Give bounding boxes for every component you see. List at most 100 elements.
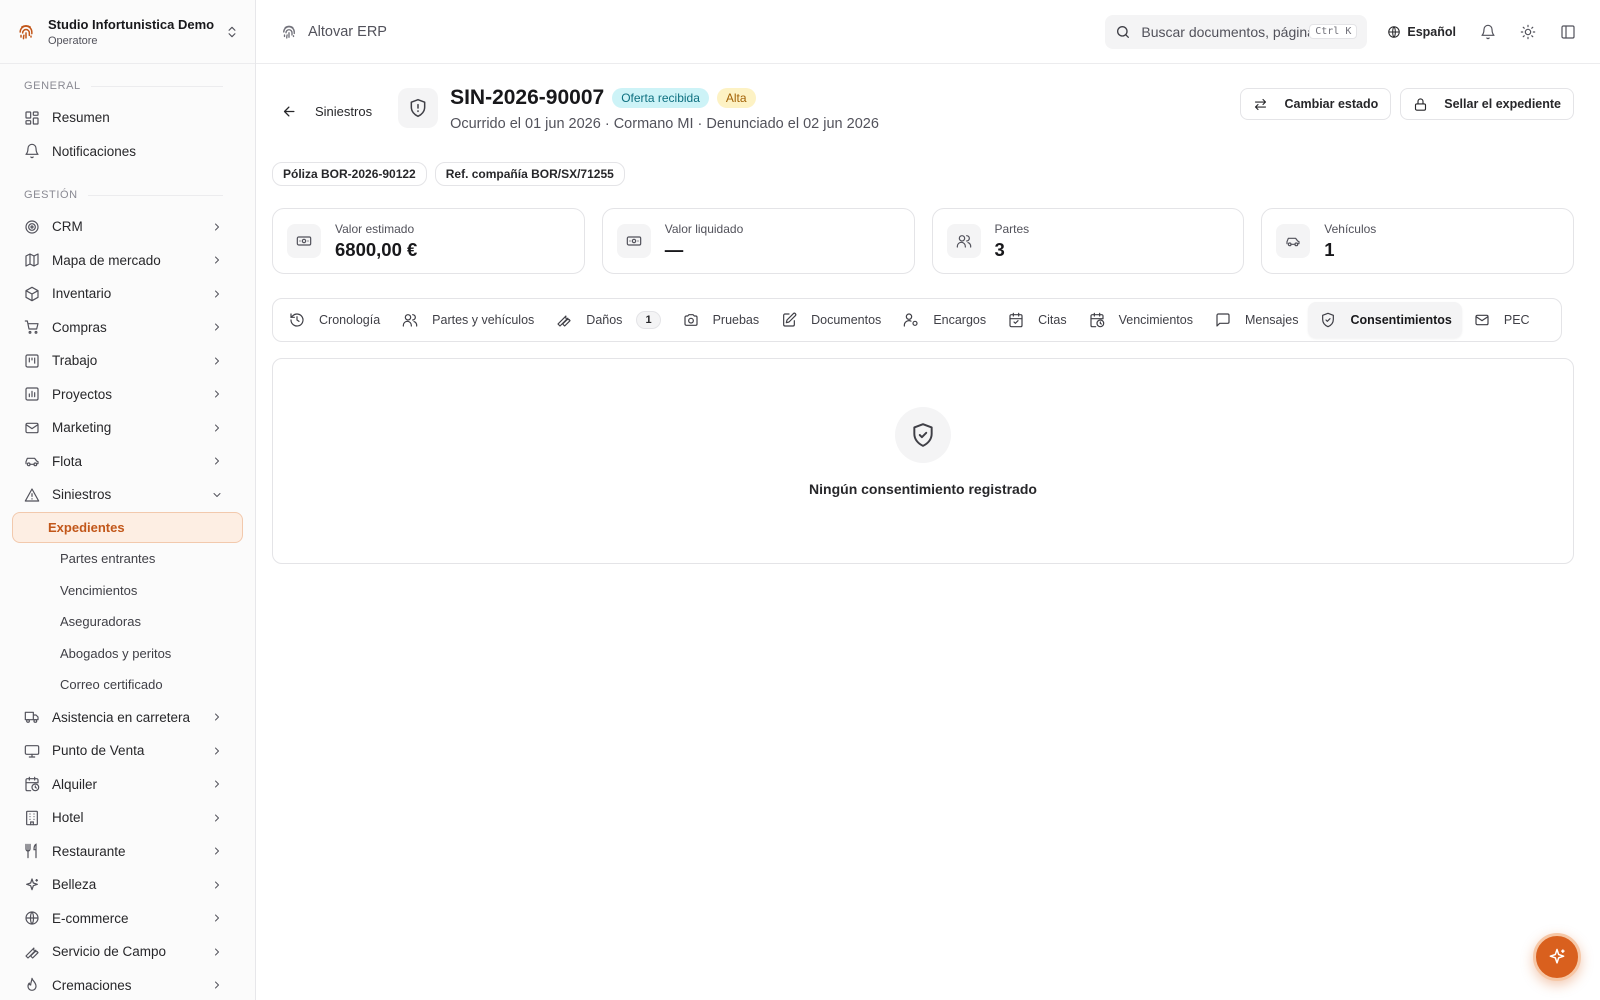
language-switcher[interactable]: Español [1387,25,1456,39]
banknote-icon [296,233,312,249]
back-button[interactable]: Siniestros [272,104,372,119]
sidebar-item-e-commerce[interactable]: E-commerce [0,902,255,936]
tab-vencimientos[interactable]: Vencimientos [1077,302,1203,338]
sidebar-panel-icon[interactable] [1560,24,1576,40]
org-switcher[interactable]: Studio Infortunistica Demo Operatore [0,0,255,64]
sidebar-subitem-expedientes[interactable]: Expedientes [12,511,243,543]
sidebar-item-resumen[interactable]: Resumen [0,101,255,135]
stat-value: 3 [994,238,1005,260]
shield-alert-icon [408,98,428,118]
shield-check-icon [1320,312,1336,328]
sidebar-item-crm[interactable]: CRM [0,210,255,244]
chevron-right-icon [211,455,223,467]
empty-state-icon-wrap [895,407,951,463]
sidebar-item-trabajo[interactable]: Trabajo [0,344,255,378]
sidebar-subitem-aseguradoras[interactable]: Aseguradoras [12,606,243,638]
chevron-right-icon [211,711,223,723]
sidebar-item-inventario[interactable]: Inventario [0,277,255,311]
header-actions: Cambiar estado Sellar el expediente [1231,88,1574,120]
banknote-icon [626,233,642,249]
sidebar-item-alquiler[interactable]: Alquiler [0,768,255,802]
sidebar-item-label: Hotel [52,810,84,826]
seal-case-button[interactable]: Sellar el expediente [1400,88,1574,120]
chevron-right-icon [211,778,223,790]
history-icon [289,312,305,328]
tab-cronologia[interactable]: Cronología [277,302,390,338]
sidebar-item-restaurante[interactable]: Restaurante [0,835,255,869]
tab-pec[interactable]: PEC [1462,302,1540,338]
bell-icon[interactable] [1480,24,1496,40]
sidebar-item-proyectos[interactable]: Proyectos [0,378,255,412]
tab-encargos[interactable]: Encargos [891,302,996,338]
policy-chip: Póliza BOR-2026-90122 [272,162,427,186]
flame-icon [24,977,40,993]
chevrons-up-down-icon[interactable] [225,25,239,39]
ai-assistant-button[interactable] [1533,933,1581,981]
user-cog-icon [903,312,919,328]
sidebar-item-belleza[interactable]: Belleza [0,868,255,902]
tab-label: Cronología [319,313,381,327]
tab-label: Daños [586,313,623,327]
tab-label: Documentos [811,313,882,327]
sidebar-subitem-partes-entrantes[interactable]: Partes entrantes [12,543,243,575]
stat-card-vehiculos: Vehículos 1 [1261,208,1574,274]
reference-chips: Póliza BOR-2026-90122 Ref. compañía BOR/… [272,162,1574,186]
nav-section-general: GENERAL [0,76,255,96]
search-input[interactable] [1141,23,1310,40]
sidebar-item-cremaciones[interactable]: Cremaciones [0,969,255,1000]
arrow-left-icon [282,104,297,119]
fingerprint-logo-icon [16,22,36,42]
tab-label: Citas [1038,313,1067,327]
sidebar-item-notificaciones[interactable]: Notificaciones [0,135,255,169]
bell-icon [24,143,40,159]
sidebar: Studio Infortunistica Demo Operatore GEN… [0,0,256,1000]
case-tabs: Cronología Partes y vehículos Daños 1 Pr… [272,298,1562,342]
tab-partes-y-vehiculos[interactable]: Partes y vehículos [390,302,544,338]
tab-citas[interactable]: Citas [996,302,1076,338]
tab-pruebas[interactable]: Pruebas [671,302,770,338]
sidebar-item-label: Siniestros [52,487,112,503]
main-area: Altovar ERP Ctrl K Español Siniestros [256,0,1600,1000]
tab-label: Vencimientos [1118,313,1193,327]
mail-icon [24,420,40,436]
nav-section-gestion: GESTIÓN [0,185,255,205]
sidebar-item-marketing[interactable]: Marketing [0,411,255,445]
sidebar-item-label: Marketing [52,420,112,436]
truck-icon [24,709,40,725]
tab-consentimientos[interactable]: Consentimientos [1308,302,1462,338]
topbar: Altovar ERP Ctrl K Español [256,0,1600,64]
calendar-clock-icon [1089,312,1105,328]
tab-documentos[interactable]: Documentos [769,302,891,338]
sidebar-item-mapa-de-mercado[interactable]: Mapa de mercado [0,244,255,278]
chevron-down-icon [211,489,223,501]
kanban-icon [24,353,40,369]
chevron-right-icon [211,221,223,233]
chevron-right-icon [211,745,223,757]
chevron-right-icon [211,946,223,958]
brand[interactable]: Altovar ERP [280,23,387,41]
brand-name: Altovar ERP [308,23,387,40]
sidebar-item-compras[interactable]: Compras [0,311,255,345]
sidebar-item-punto-de-venta[interactable]: Punto de Venta [0,734,255,768]
sidebar-subitem-vencimientos[interactable]: Vencimientos [12,575,243,607]
sidebar-item-hotel[interactable]: Hotel [0,801,255,835]
sidebar-subitem-correo-certificado[interactable]: Correo certificado [12,669,243,701]
sidebar-item-servicio-de-campo[interactable]: Servicio de Campo [0,935,255,969]
tab-mensajes[interactable]: Mensajes [1203,302,1309,338]
sidebar-item-label: CRM [52,219,83,235]
utensils-icon [24,843,40,859]
sidebar-item-flota[interactable]: Flota [0,445,255,479]
users-icon [402,312,418,328]
sidebar-item-label: Restaurante [52,843,126,859]
sidebar-item-asistencia-en-carretera[interactable]: Asistencia en carretera [0,701,255,735]
tab-danos[interactable]: Daños 1 [544,302,670,338]
change-status-label: Cambiar estado [1284,97,1379,111]
search-box[interactable]: Ctrl K [1105,14,1368,49]
sidebar-subitem-abogados-y-peritos[interactable]: Abogados y peritos [12,638,243,670]
sidebar-item-siniestros[interactable]: Siniestros [0,478,255,512]
case-avatar [398,88,439,128]
sun-icon[interactable] [1520,24,1536,40]
sidebar-item-label: Proyectos [52,386,113,402]
mail-icon [1474,312,1490,328]
change-status-button[interactable]: Cambiar estado [1240,88,1392,120]
